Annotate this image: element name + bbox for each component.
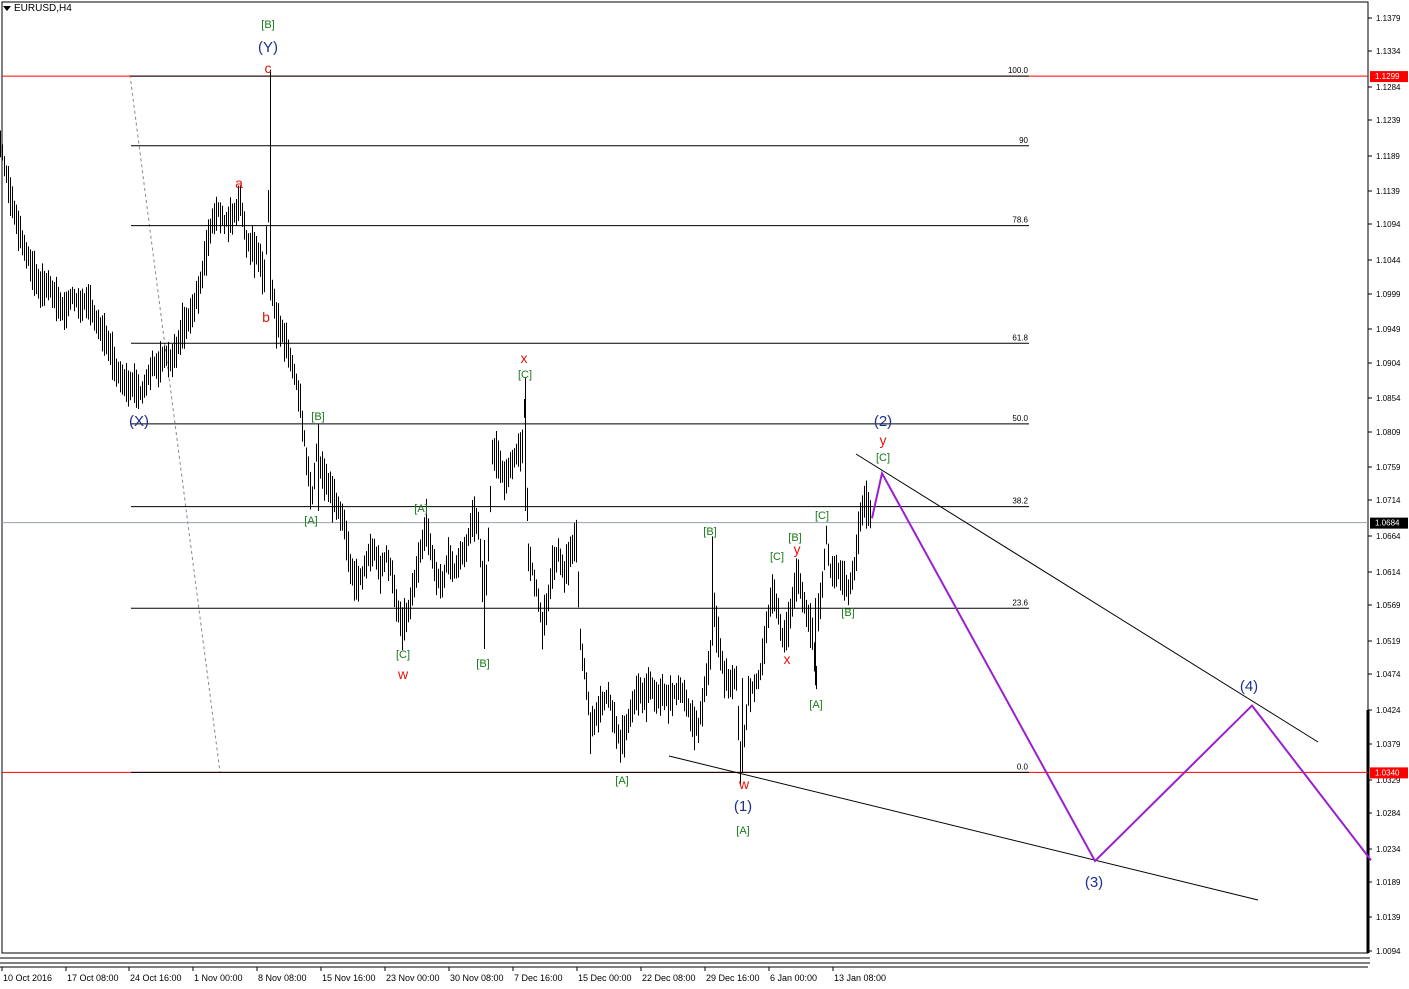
y-tick-label: 1.1094: [1376, 220, 1401, 229]
x-tick-label: 24 Oct 16:00: [130, 973, 182, 983]
x-tick-label: 23 Nov 00:00: [386, 973, 440, 983]
y-tick-label: 1.0714: [1376, 496, 1401, 505]
wave-label: [B]: [788, 532, 801, 544]
wave-label: [C]: [396, 649, 410, 661]
wave-label: [A]: [414, 503, 427, 515]
wave-label: y: [880, 432, 887, 448]
upper-trendline[interactable]: [855, 453, 1319, 743]
x-tick-label: 17 Oct 08:00: [67, 973, 119, 983]
wave-label: (4): [1240, 678, 1258, 695]
y-tick-label: 1.1189: [1376, 152, 1400, 161]
wave-label: (1): [734, 798, 752, 815]
wave-label: b: [262, 309, 270, 325]
x-tick-label: 22 Dec 08:00: [642, 973, 696, 983]
y-tick-label: 1.0949: [1376, 325, 1401, 334]
elliott-projection-path[interactable]: [871, 470, 1372, 863]
plot-frame: [1, 1, 1369, 954]
y-tick-label: 1.0854: [1376, 394, 1401, 403]
wave-label: [A]: [615, 775, 628, 787]
wave-label: x: [521, 350, 528, 366]
wave-label: a: [235, 175, 243, 191]
y-tick-label: 1.0759: [1376, 463, 1401, 472]
price-tag-label: 1.1299: [1375, 72, 1400, 81]
price-tag-label: 1.0340: [1375, 768, 1400, 777]
y-tick-label: 1.0569: [1376, 601, 1401, 610]
x-tick-label: 10 Oct 2016: [3, 973, 52, 983]
wave-label: [B]: [703, 526, 716, 538]
x-tick-label: 7 Dec 16:00: [514, 973, 563, 983]
y-tick-label: 1.0614: [1376, 568, 1401, 577]
lower-trendline[interactable]: [668, 755, 1259, 901]
wave-label: [B]: [841, 607, 854, 619]
wave-label: w: [397, 666, 409, 682]
y-tick-label: 1.0379: [1376, 740, 1401, 749]
y-tick-label: 1.0809: [1376, 428, 1401, 437]
x-tick-label: 13 Jan 08:00: [834, 973, 886, 983]
fib-level-label: 23.6: [1012, 598, 1028, 607]
wave-label: (X): [129, 413, 149, 430]
fib-level-label: 0.0: [1017, 762, 1029, 771]
x-tick-label: 1 Nov 00:00: [194, 973, 243, 983]
wave-label: [C]: [815, 510, 829, 522]
x-tick-label: 8 Nov 08:00: [258, 973, 307, 983]
price-chart[interactable]: 100.0 90 78.6 61.8 50.0 38.2 23.6 0.0 [B] (Y) c a b…: [0, 0, 1409, 989]
wave-label: [B]: [261, 19, 274, 31]
y-tick-label: 1.1139: [1376, 187, 1400, 196]
y-tick-label: 1.0234: [1376, 845, 1401, 854]
wave-label: [C]: [770, 551, 784, 563]
fib-level-label: 90: [1019, 136, 1028, 145]
wave-label: [A]: [809, 699, 822, 711]
y-tick-label: 1.0424: [1376, 706, 1401, 715]
wave-label: [B]: [476, 658, 489, 670]
wave-label: [C]: [876, 452, 890, 464]
x-tick-label: 6 Jan 00:00: [770, 973, 817, 983]
fib-level-label: 38.2: [1012, 497, 1028, 506]
wave-label: [B]: [311, 411, 324, 423]
x-tick-label: 29 Dec 16:00: [706, 973, 760, 983]
y-tick-label: 1.0904: [1376, 359, 1401, 368]
wave-label: [C]: [518, 369, 532, 381]
wave-label: c: [265, 60, 272, 76]
y-tick-label: 1.0189: [1376, 878, 1401, 887]
y-tick-label: 1.1334: [1376, 47, 1401, 56]
y-tick-label: 1.0664: [1376, 532, 1401, 541]
y-tick-label: 1.1239: [1376, 116, 1401, 125]
y-tick-label: 1.0139: [1376, 913, 1401, 922]
fib-level-label: 78.6: [1012, 216, 1028, 225]
y-tick-label: 1.1379: [1376, 14, 1401, 23]
y-tick-label: 1.0519: [1376, 637, 1401, 646]
fib-level-label: 100.0: [1008, 66, 1029, 75]
y-tick-label: 1.0284: [1376, 809, 1401, 818]
y-tick-label: 1.1284: [1376, 83, 1401, 92]
y-tick-label: 1.1044: [1376, 256, 1401, 265]
x-tick-label: 30 Nov 08:00: [450, 973, 504, 983]
y-tick-label: 1.0094: [1376, 947, 1401, 956]
wave-label: (3): [1085, 874, 1103, 891]
fib-level-label: 50.0: [1012, 414, 1028, 423]
price-tag-label: 1.0684: [1375, 519, 1400, 528]
wave-label: (Y): [258, 39, 278, 56]
wave-label: [A]: [304, 515, 317, 527]
x-tick-label: 15 Nov 16:00: [322, 973, 376, 983]
fib-level-label: 61.8: [1012, 333, 1028, 342]
wave-label: x: [784, 651, 791, 667]
x-tick-label: 15 Dec 00:00: [578, 973, 632, 983]
wave-label: [A]: [736, 825, 749, 837]
y-tick-label: 1.0474: [1376, 670, 1401, 679]
wave-label: (2): [874, 413, 892, 430]
wave-label: w: [738, 776, 750, 792]
y-tick-label: 1.0999: [1376, 290, 1401, 299]
